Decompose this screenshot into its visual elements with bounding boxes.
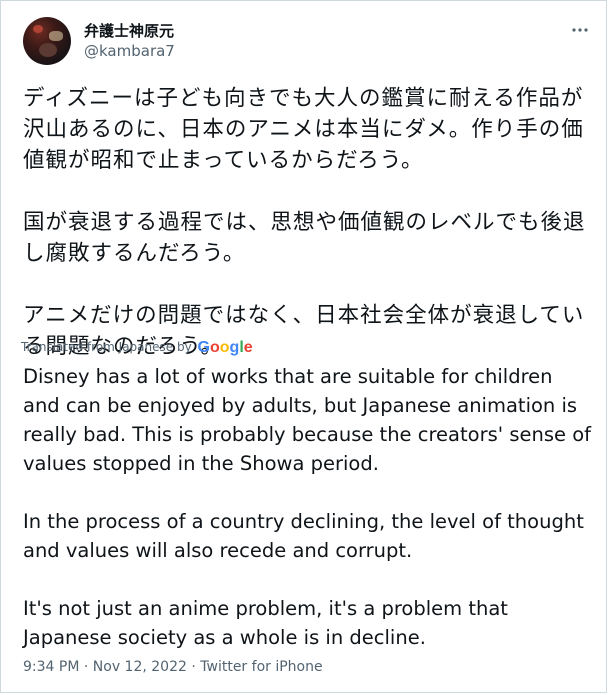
google-logo: Google (197, 339, 253, 356)
original-paragraph: 国が衰退する過程では、思想や価値観のレベルでも後退し腐敗するんだろう。 (23, 210, 586, 266)
author-display-name[interactable]: 弁護士神原元 (84, 20, 174, 41)
separator: · (191, 659, 196, 675)
tweet-date[interactable]: Nov 12, 2022 (93, 659, 187, 675)
original-paragraph: ディズニーは子ども向きでも大人の鑑賞に耐える作品が沢山あるのに、日本のアニメは本… (23, 86, 584, 173)
tweet-time[interactable]: 9:34 PM (23, 659, 79, 675)
avatar[interactable] (23, 17, 71, 65)
tweet-original-text: ディズニーは子ども向きでも大人の鑑賞に耐える作品が沢山あるのに、日本のアニメは本… (23, 83, 589, 362)
translated-paragraph: It's not just an anime problem, it's a p… (23, 597, 508, 649)
tweet-source[interactable]: Twitter for iPhone (200, 659, 322, 675)
translation-attribution[interactable]: Translated from Japanese by Google (21, 339, 253, 357)
tweet-card: 弁護士神原元 @kambara7 ディズニーは子ども向きでも大人の鑑賞に耐える作… (0, 0, 607, 693)
separator: · (83, 659, 89, 675)
tweet-metadata: 9:34 PM · Nov 12, 2022 · Twitter for iPh… (23, 659, 323, 675)
more-dots-icon[interactable] (571, 21, 589, 42)
translated-paragraph: In the process of a country declining, t… (23, 510, 584, 562)
author-handle[interactable]: @kambara7 (84, 42, 175, 60)
translation-label: Translated from Japanese by (21, 340, 192, 354)
tweet-translated-text: Disney has a lot of works that are suita… (23, 362, 593, 652)
translated-paragraph: Disney has a lot of works that are suita… (23, 365, 591, 475)
tweet-header: 弁護士神原元 @kambara7 (23, 17, 593, 69)
